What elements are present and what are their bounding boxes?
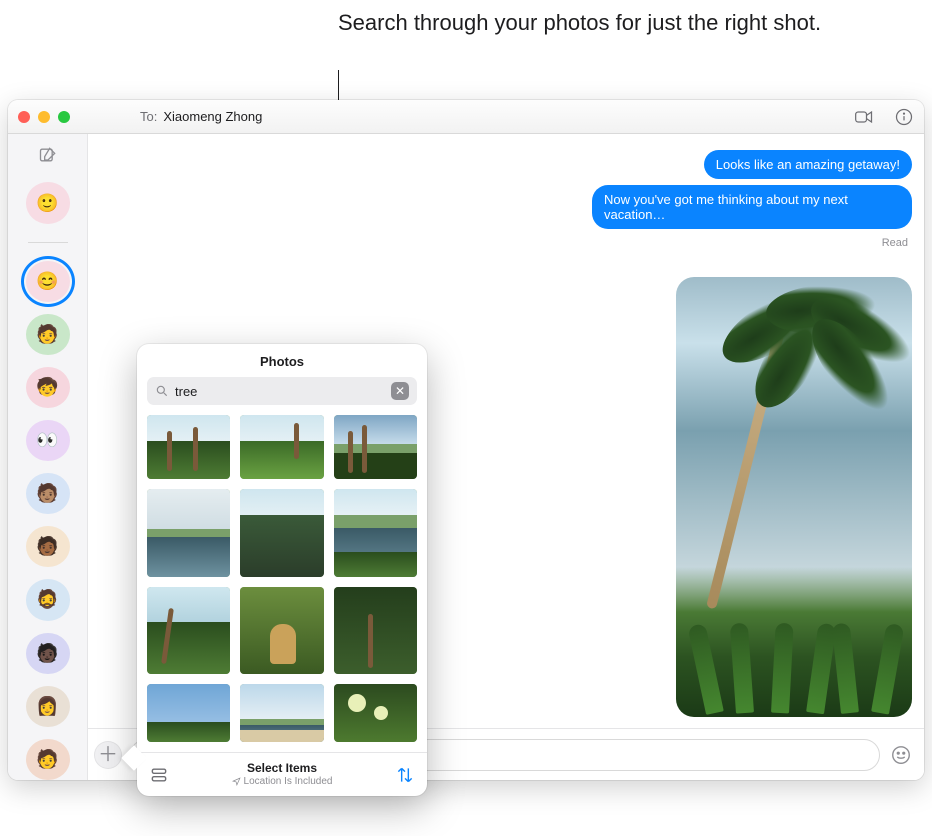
received-photo-attachment[interactable]	[676, 277, 912, 717]
sidebar-contact[interactable]: 👩	[26, 686, 70, 727]
location-included-label: Location Is Included	[232, 776, 333, 788]
close-window-button[interactable]	[18, 111, 30, 123]
photo-thumbnail[interactable]	[147, 415, 230, 479]
photo-thumbnail[interactable]	[334, 684, 417, 742]
photo-thumbnail[interactable]	[334, 489, 417, 577]
photo-thumbnail[interactable]	[147, 684, 230, 742]
sidebar-contact-selected[interactable]: 😊	[26, 261, 70, 302]
window-titlebar: To: Xiaomeng Zhong	[8, 100, 924, 134]
to-label: To:	[140, 109, 157, 124]
sidebar-separator	[28, 242, 68, 243]
sort-icon[interactable]	[395, 765, 415, 785]
photo-thumbnail[interactable]	[240, 684, 323, 742]
sidebar-contact[interactable]: 🧑🏾	[26, 526, 70, 567]
conversation-sidebar: 🙂 😊 🧑 🧒 👀 🧑🏽 🧑🏾 🧔 🧑🏿 👩 🧑	[8, 134, 88, 780]
select-items-label[interactable]: Select Items	[232, 762, 333, 776]
sidebar-contact[interactable]: 🧑	[26, 314, 70, 355]
facetime-icon[interactable]	[854, 107, 874, 127]
recipient-name[interactable]: Xiaomeng Zhong	[163, 109, 262, 124]
photo-thumbnail[interactable]	[334, 415, 417, 479]
pinned-contact[interactable]: 🙂	[26, 182, 70, 223]
photos-grid	[137, 415, 427, 752]
zoom-window-button[interactable]	[58, 111, 70, 123]
photo-thumbnail[interactable]	[240, 415, 323, 479]
sidebar-contact[interactable]: 🧑	[26, 739, 70, 780]
photo-thumbnail[interactable]	[240, 587, 323, 674]
compose-button[interactable]	[36, 144, 60, 166]
sent-message-bubble[interactable]: Looks like an amazing getaway!	[704, 150, 912, 179]
photos-search-field[interactable]: tree ✕	[147, 377, 417, 405]
search-icon	[155, 384, 169, 398]
photo-thumbnail[interactable]	[147, 489, 230, 576]
sidebar-contact[interactable]: 👀	[26, 420, 70, 461]
clear-search-button[interactable]: ✕	[391, 382, 409, 400]
popover-title: Photos	[137, 344, 427, 377]
photo-thumbnail[interactable]	[334, 587, 417, 675]
photos-popover: Photos tree ✕	[137, 344, 427, 796]
info-icon[interactable]	[894, 107, 914, 127]
photo-thumbnail[interactable]	[147, 587, 230, 674]
search-text: tree	[175, 384, 197, 399]
read-status: Read	[882, 237, 908, 249]
photo-thumbnail[interactable]	[240, 489, 323, 576]
sent-message-bubble[interactable]: Now you've got me thinking about my next…	[592, 185, 912, 229]
traffic-lights	[18, 111, 70, 123]
sidebar-contact[interactable]: 🧑🏿	[26, 633, 70, 674]
annotation-caption: Search through your photos for just the …	[338, 8, 821, 38]
apps-button[interactable]: ＋	[94, 741, 122, 769]
sidebar-contact[interactable]: 🧒	[26, 367, 70, 408]
popover-footer: Select Items Location Is Included	[137, 752, 427, 796]
minimize-window-button[interactable]	[38, 111, 50, 123]
sidebar-contact[interactable]: 🧔	[26, 579, 70, 620]
emoji-picker-button[interactable]	[888, 742, 914, 768]
sidebar-contact[interactable]: 🧑🏽	[26, 473, 70, 514]
stacks-icon[interactable]	[149, 765, 169, 785]
to-field: To: Xiaomeng Zhong	[140, 109, 262, 124]
